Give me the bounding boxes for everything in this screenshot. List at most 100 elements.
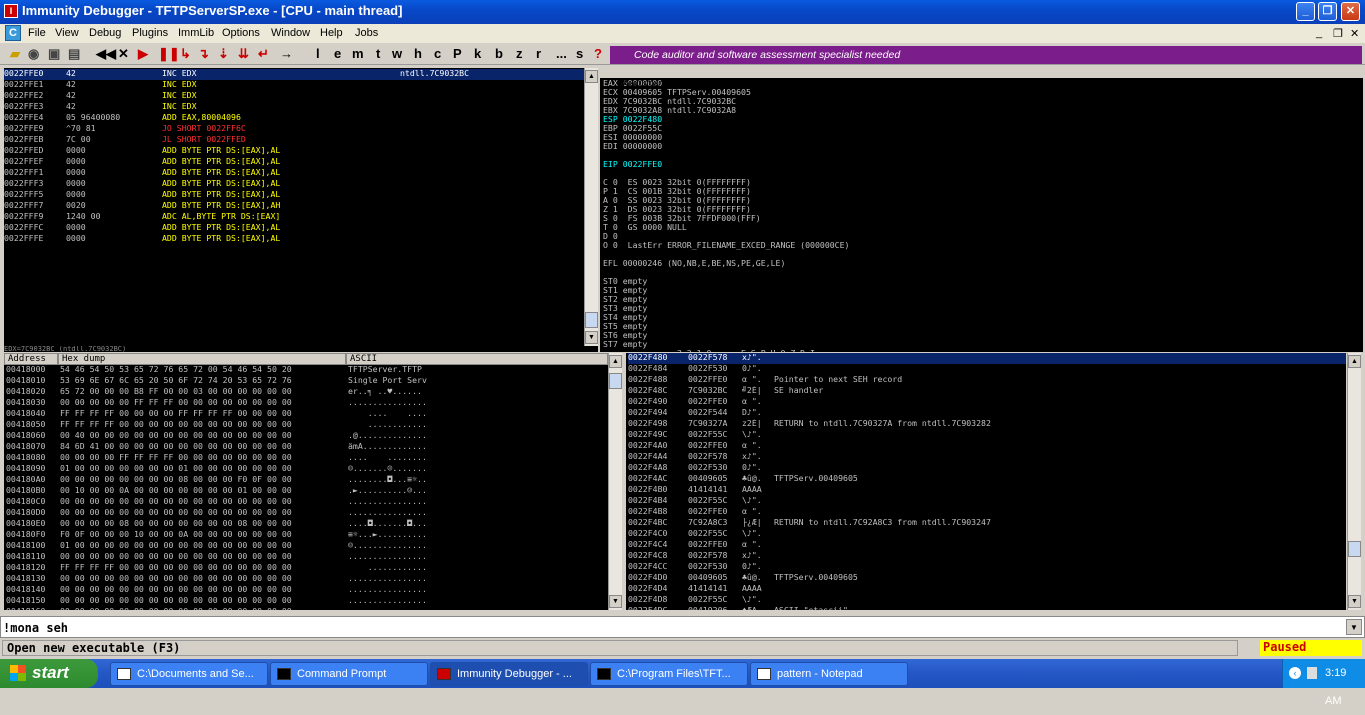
dump-row[interactable]: 00418100 01 00 00 00 00 00 00 00 00 00 00…: [6, 541, 608, 552]
dump-row[interactable]: 0041816000 00 00 00 00 00 00 00 00 00 00…: [6, 607, 608, 610]
dump-row[interactable]: 00418090 01 00 00 00 00 00 00 00 01 00 00…: [6, 464, 608, 475]
menu-immlib[interactable]: ImmLib: [178, 27, 214, 39]
disasm-row[interactable]: 0022FFE1 42 INC EDX: [4, 80, 584, 91]
taskbar-item-cmd-tftp[interactable]: C:\Program Files\TFT...: [590, 662, 748, 686]
dump-row[interactable]: 004180B0 00 10 00 00 0A 00 00 00 00 00 00…: [6, 486, 608, 497]
trace-into-icon[interactable]: ⇣: [218, 46, 229, 61]
stack-row[interactable]: 0022F4C0 0022F55C \♪".: [628, 529, 1346, 540]
disassembly-pane[interactable]: 0022FFE0 42 INC EDX ntdll.7C9032BC 0022FFE1 4…: [4, 68, 584, 346]
menu-debug[interactable]: Debug: [89, 27, 121, 39]
close-process-icon[interactable]: ✕: [118, 46, 129, 61]
dump-row[interactable]: 00418120 FF FF FF FF 00 00 00 00 00 00 00…: [6, 563, 608, 574]
mdi-restore-button[interactable]: ❐: [1333, 27, 1343, 40]
disasm-row[interactable]: 0022FFF1 0000 ADD BYTE PTR DS:[EAX],AL: [4, 168, 584, 179]
rewind-icon[interactable]: ◀◀: [96, 46, 116, 61]
stack-row[interactable]: 0022F4A8 0022F530 0♪".: [628, 463, 1346, 474]
window-icon[interactable]: ▤: [68, 46, 80, 61]
taskbar-item-cmd[interactable]: Command Prompt: [270, 662, 428, 686]
toolbar-w[interactable]: w: [392, 46, 402, 61]
stack-row[interactable]: 0022F4BC 7C92A8C3 ├¿Æ| RETURN to ntdll.7C92…: [628, 518, 1346, 529]
disassembly-scrollbar[interactable]: ▲ ▼: [584, 68, 598, 346]
minimize-button[interactable]: _: [1296, 2, 1315, 21]
stack-row[interactable]: 0022F4B8 0022FFE0 α ".: [628, 507, 1346, 518]
scroll-up-icon[interactable]: ▲: [609, 355, 622, 368]
dump-row[interactable]: 004180F0 F0 0F 00 00 00 10 00 00 0A 00 00…: [6, 530, 608, 541]
scroll-up-icon[interactable]: ▲: [1348, 355, 1361, 368]
close-button[interactable]: ✕: [1341, 2, 1360, 21]
start-button[interactable]: start: [0, 659, 98, 688]
stack-row[interactable]: 0022F4A4 0022F578 x♪".: [628, 452, 1346, 463]
dump-pane[interactable]: 00418000 54 46 54 50 53 65 72 76 65 72 00…: [4, 365, 608, 610]
dump-row[interactable]: 00418000 54 46 54 50 53 65 72 76 65 72 00…: [6, 365, 608, 376]
stack-row[interactable]: 0022F49C 0022F55C \♪".: [628, 430, 1346, 441]
toolbar-s[interactable]: s: [576, 46, 583, 61]
stack-row[interactable]: 0022F4D8 0022F55C \♪".: [628, 595, 1346, 606]
toolbar-h[interactable]: h: [414, 46, 422, 61]
dump-scrollbar[interactable]: ▲ ▼: [608, 353, 622, 610]
cpu-window-icon[interactable]: C: [5, 25, 21, 41]
scroll-up-icon[interactable]: ▲: [585, 70, 598, 83]
dump-row[interactable]: 004180C0 00 00 00 00 00 00 00 00 00 00 00…: [6, 497, 608, 508]
disasm-row[interactable]: 0022FFE4 05 96400080 ADD EAX,80004096: [4, 113, 584, 124]
stack-scrollbar[interactable]: ▲ ▼: [1347, 353, 1361, 610]
toolbar-z[interactable]: z: [516, 46, 523, 61]
stack-row[interactable]: 0022F4C8 0022F578 x♪".: [628, 551, 1346, 562]
menu-plugins[interactable]: Plugins: [132, 27, 168, 39]
dump-col-hex[interactable]: Hex dump: [58, 353, 346, 365]
dump-row[interactable]: 00418060 00 40 00 00 00 00 00 00 00 00 00…: [6, 431, 608, 442]
disasm-row[interactable]: 0022FFFC 0000 ADD BYTE PTR DS:[EAX],AL: [4, 223, 584, 234]
disasm-row[interactable]: 0022FFF9 1240 00 ADC AL,BYTE PTR DS:[EAX]: [4, 212, 584, 223]
step-over-icon[interactable]: ↴: [198, 46, 209, 61]
dump-row[interactable]: 00418020 65 72 00 00 00 B8 FF 00 00 03 00…: [6, 387, 608, 398]
stack-row[interactable]: 0022F490 0022FFE0 α ".: [628, 397, 1346, 408]
stack-row[interactable]: 0022F4D4 41414141 AAAA: [628, 584, 1346, 595]
refresh-icon[interactable]: ◉: [28, 46, 39, 61]
app-icon[interactable]: I: [4, 4, 18, 18]
stack-row[interactable]: 0022F4A0 0022FFE0 α ".: [628, 441, 1346, 452]
dump-row[interactable]: 00418140 00 00 00 00 00 00 00 00 00 00 00…: [6, 585, 608, 596]
banner[interactable]: Code auditor and software assessment spe…: [610, 46, 1362, 64]
scroll-down-icon[interactable]: ▼: [585, 331, 598, 344]
trace-over-icon[interactable]: ⇊: [238, 46, 249, 61]
scroll-down-icon[interactable]: ▼: [609, 595, 622, 608]
dump-col-address[interactable]: Address: [4, 353, 58, 365]
register-nav-arrows[interactable]: ‹‹‹‹‹‹‹‹‹‹‹‹‹‹: [840, 88, 1217, 98]
disasm-row[interactable]: 0022FFF3 0000 ADD BYTE PTR DS:[EAX],AL: [4, 179, 584, 190]
disasm-row[interactable]: 0022FFF5 0000 ADD BYTE PTR DS:[EAX],AL: [4, 190, 584, 201]
dump-row[interactable]: 00418030 00 00 00 00 00 FF FF FF 00 00 00…: [6, 398, 608, 409]
stack-row[interactable]: 0022F498 7C90327A z2É| RETURN to ntdll.7C90…: [628, 419, 1346, 430]
dump-row[interactable]: 00418070 84 6D 41 00 00 00 00 00 00 00 00…: [6, 442, 608, 453]
toolbar-k[interactable]: k: [474, 46, 481, 61]
disasm-row[interactable]: 0022FFEF 0000 ADD BYTE PTR DS:[EAX],AL: [4, 157, 584, 168]
disasm-row[interactable]: 0022FFE2 42 INC EDX: [4, 91, 584, 102]
stack-row[interactable]: 0022F4C4 0022FFE0 α ".: [628, 540, 1346, 551]
toolbar-dots[interactable]: ...: [556, 46, 567, 61]
dump-row[interactable]: 00418050 FF FF FF FF 00 00 00 00 00 00 00…: [6, 420, 608, 431]
taskbar-item-immunity[interactable]: Immunity Debugger - ...: [430, 662, 588, 686]
disasm-row[interactable]: 0022FFE3 42 INC EDX: [4, 102, 584, 113]
registers-pane[interactable]: Registers (FPU) ‹‹‹‹‹‹‹‹‹‹‹‹‹‹ EAX 00000…: [600, 68, 1363, 352]
dump-row[interactable]: 00418150 00 00 00 00 00 00 00 00 00 00 00…: [6, 596, 608, 607]
stack-row[interactable]: 0022F4B4 0022F55C \♪".: [628, 496, 1346, 507]
toolbar-c[interactable]: c: [434, 46, 441, 61]
menu-file[interactable]: File: [28, 27, 46, 39]
chevron-down-icon[interactable]: ▼: [1346, 619, 1362, 635]
mdi-minimize-button[interactable]: _: [1316, 27, 1322, 39]
toolbar-r[interactable]: r: [536, 46, 541, 61]
goto-icon[interactable]: →: [280, 46, 293, 61]
execute-till-return-icon[interactable]: ↵: [258, 46, 269, 61]
disk-icon[interactable]: ▣: [48, 46, 60, 61]
mdi-close-button[interactable]: ✕: [1350, 27, 1359, 40]
menu-window[interactable]: Window: [271, 27, 310, 39]
dump-row[interactable]: 004180A0 00 00 00 00 00 00 00 00 08 00 00…: [6, 475, 608, 486]
disasm-row[interactable]: 0022FFFE 0000 ADD BYTE PTR DS:[EAX],AL: [4, 234, 584, 245]
stack-row[interactable]: 0022F4DC00419206♠ÆA.ASCII "etascii": [628, 606, 1346, 610]
dump-row[interactable]: 004180E0 00 00 00 00 08 00 00 00 00 00 00…: [6, 519, 608, 530]
dump-row[interactable]: 00418080 00 00 00 00 FF FF FF FF 00 00 00…: [6, 453, 608, 464]
toolbar-e[interactable]: e: [334, 46, 341, 61]
scroll-thumb[interactable]: [609, 373, 622, 389]
menu-view[interactable]: View: [55, 27, 79, 39]
toolbar-p[interactable]: P: [453, 46, 462, 61]
maximize-button[interactable]: ❐: [1318, 2, 1337, 21]
disasm-row[interactable]: 0022FFE9 ^70 81 JO SHORT 0022FF6C: [4, 124, 584, 135]
